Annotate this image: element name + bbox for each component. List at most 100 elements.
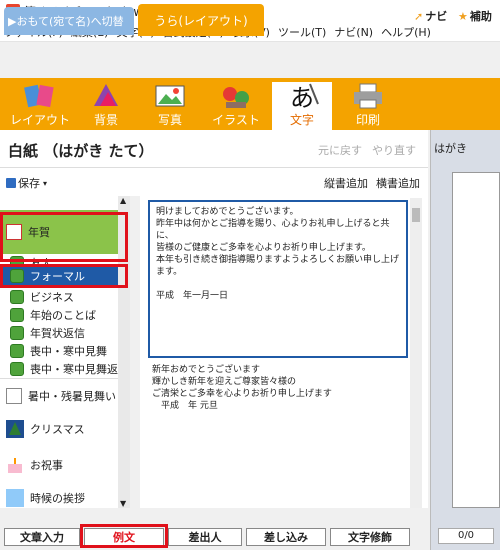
sample-line: 輝かしき新年を迎えご尊家皆々様の	[152, 377, 297, 387]
menu-help[interactable]: ヘルプ(H)	[377, 24, 435, 40]
postcard-preview[interactable]	[452, 172, 500, 508]
sub-toolbar: 保存 ▾ 縦書追加 横書追加	[0, 168, 428, 196]
ribbon-tab-photo[interactable]: 写真	[140, 82, 200, 130]
printer-icon	[354, 83, 382, 109]
layout-icon	[24, 84, 54, 108]
navi-button[interactable]: ➚ ナビ	[414, 8, 447, 24]
navi-label: ナビ	[425, 10, 448, 23]
top-tab-row	[0, 42, 500, 78]
seasonal-icon	[6, 489, 24, 507]
sample-line: 平成 年一月一日	[156, 291, 229, 301]
sample-line: 本年も引き続き御指導賜りますようよろしくお願い申し上げます。	[156, 255, 400, 277]
scroll-down-icon[interactable]: ▼	[120, 499, 126, 508]
category-label: お祝事	[30, 459, 63, 472]
switch-to-front-button[interactable]: ▶おもて(宛て名)へ切替	[4, 7, 134, 35]
category-label: 時候の挨拶	[30, 492, 85, 505]
save-label: 保存	[18, 177, 40, 190]
illust-icon	[223, 87, 249, 108]
document-header: 白紙 （はがき たて） 元に戻す やり直す	[0, 130, 428, 168]
text-brush-icon: あ	[290, 83, 319, 110]
category-christmas[interactable]: クリスマス	[0, 414, 118, 444]
category-label: 喪中・寒中見舞返信	[30, 362, 129, 376]
category-nenga-reply[interactable]: 年賀状返信	[0, 324, 118, 341]
preview-label: はがき	[434, 142, 467, 155]
calendar-icon	[6, 224, 22, 240]
category-nenga[interactable]: 年賀	[0, 210, 118, 254]
green-square-icon	[10, 343, 24, 358]
page-counter: 0/0	[438, 528, 494, 544]
sample-text-2[interactable]: 新年おめでとうございます 輝かしき新年を迎えご尊家皆々様の ご清栄とご多幸を心よ…	[152, 364, 410, 412]
cursor-icon: ➚	[414, 9, 424, 23]
category-formal[interactable]: フォーマル	[0, 266, 118, 286]
sample-line: 昨年中は何かとご指導を賜り、心よりお礼申し上げると共に、	[156, 219, 390, 241]
ribbon-label: 印刷	[355, 113, 380, 127]
ribbon-tab-text[interactable]: あ 文字	[272, 82, 332, 130]
ribbon-tab-background[interactable]: 背景	[76, 82, 136, 130]
chevron-down-icon: ▾	[43, 178, 48, 188]
green-square-icon	[10, 361, 24, 376]
sample-line: 皆様のご健康とご多幸を心よりお祈り申し上げます。	[156, 243, 371, 253]
category-business[interactable]: ビジネス	[0, 288, 118, 305]
tab-sender[interactable]: 差出人	[168, 528, 242, 546]
category-label: 喪中・寒中見舞	[30, 344, 107, 358]
green-square-icon	[10, 307, 24, 322]
ribbon-bar: レイアウト 背景 写真 イラスト あ 文字 印刷	[0, 78, 500, 130]
ribbon-label: イラスト	[212, 113, 260, 127]
tab-text-input[interactable]: 文章入力	[4, 528, 80, 546]
background-icon	[94, 84, 118, 106]
ribbon-label: 背景	[93, 113, 118, 127]
menu-navi[interactable]: ナビ(N)	[330, 24, 377, 40]
svg-text:あ: あ	[290, 84, 314, 110]
category-list: 年賀 友人 フォーマル ビジネス 年始のことば 年賀状返信 喪中・寒中見舞 喪中…	[0, 196, 130, 508]
star-icon: ★	[458, 9, 468, 23]
ribbon-label: 写真	[157, 113, 182, 127]
ribbon-label: 文字	[289, 113, 314, 127]
category-label: 年賀状返信	[30, 326, 85, 340]
sample-line: 明けましておめでとうございます。	[156, 207, 299, 217]
category-mourning-reply[interactable]: 喪中・寒中見舞返信	[0, 360, 129, 377]
scroll-thumb[interactable]	[412, 208, 420, 222]
tab-sample-text[interactable]: 例文	[84, 528, 164, 546]
category-label: 年賀	[28, 226, 50, 239]
sample-text-1[interactable]: 明けましておめでとうございます。 昨年中は何かとご指導を賜り、心よりお礼申し上げ…	[148, 200, 408, 358]
green-square-icon	[10, 269, 24, 283]
sample-scrollbar[interactable]	[410, 198, 422, 508]
tab-text-decoration[interactable]: 文字修飾	[330, 528, 410, 546]
category-label: 年始のことば	[30, 308, 96, 322]
category-new-year-words[interactable]: 年始のことば	[0, 306, 118, 323]
cake-icon	[6, 456, 24, 474]
ribbon-label: レイアウト	[10, 113, 71, 127]
help-button[interactable]: ★ 補助	[458, 8, 492, 24]
save-icon	[6, 178, 16, 188]
ribbon-tab-layout[interactable]: レイアウト	[10, 82, 70, 130]
redo-button[interactable]: やり直す	[372, 142, 416, 158]
category-celebration[interactable]: お祝事	[0, 450, 118, 480]
photo-icon	[155, 85, 185, 107]
ribbon-tab-illust[interactable]: イラスト	[206, 82, 266, 130]
green-square-icon	[10, 325, 24, 340]
sample-line	[156, 278, 400, 290]
document-title: 白紙 （はがき たて）	[8, 142, 154, 160]
horizontal-add-button[interactable]: 横書追加	[376, 175, 420, 191]
ribbon-tab-print[interactable]: 印刷	[338, 82, 398, 130]
scroll-up-icon[interactable]: ▲	[120, 196, 126, 205]
category-mourning[interactable]: 喪中・寒中見舞	[0, 342, 118, 359]
category-label: フォーマル	[30, 270, 85, 283]
sample-line: ご清栄とご多幸を心よりお祈り申し上げます	[152, 389, 332, 399]
green-square-icon	[10, 289, 24, 304]
menu-tools[interactable]: ツール(T)	[274, 24, 330, 40]
back-layout-tab[interactable]: うら(レイアウト)	[138, 4, 264, 36]
undo-button[interactable]: 元に戻す	[318, 142, 362, 158]
save-button[interactable]: 保存 ▾	[6, 175, 47, 191]
category-summer[interactable]: 暑中・残暑見舞い	[0, 378, 118, 412]
category-label: 暑中・残暑見舞い	[28, 389, 116, 403]
category-seasonal[interactable]: 時候の挨拶	[0, 486, 118, 508]
category-scrollbar[interactable]: ▲ ▼	[118, 196, 130, 508]
vertical-add-button[interactable]: 縦書追加	[324, 175, 368, 191]
summer-card-icon	[6, 387, 22, 404]
christmas-tree-icon	[6, 420, 24, 438]
help-label: 補助	[469, 10, 492, 23]
sample-line: 新年おめでとうございます	[152, 365, 261, 375]
tab-merge[interactable]: 差し込み	[246, 528, 326, 546]
category-label: ビジネス	[30, 290, 74, 304]
